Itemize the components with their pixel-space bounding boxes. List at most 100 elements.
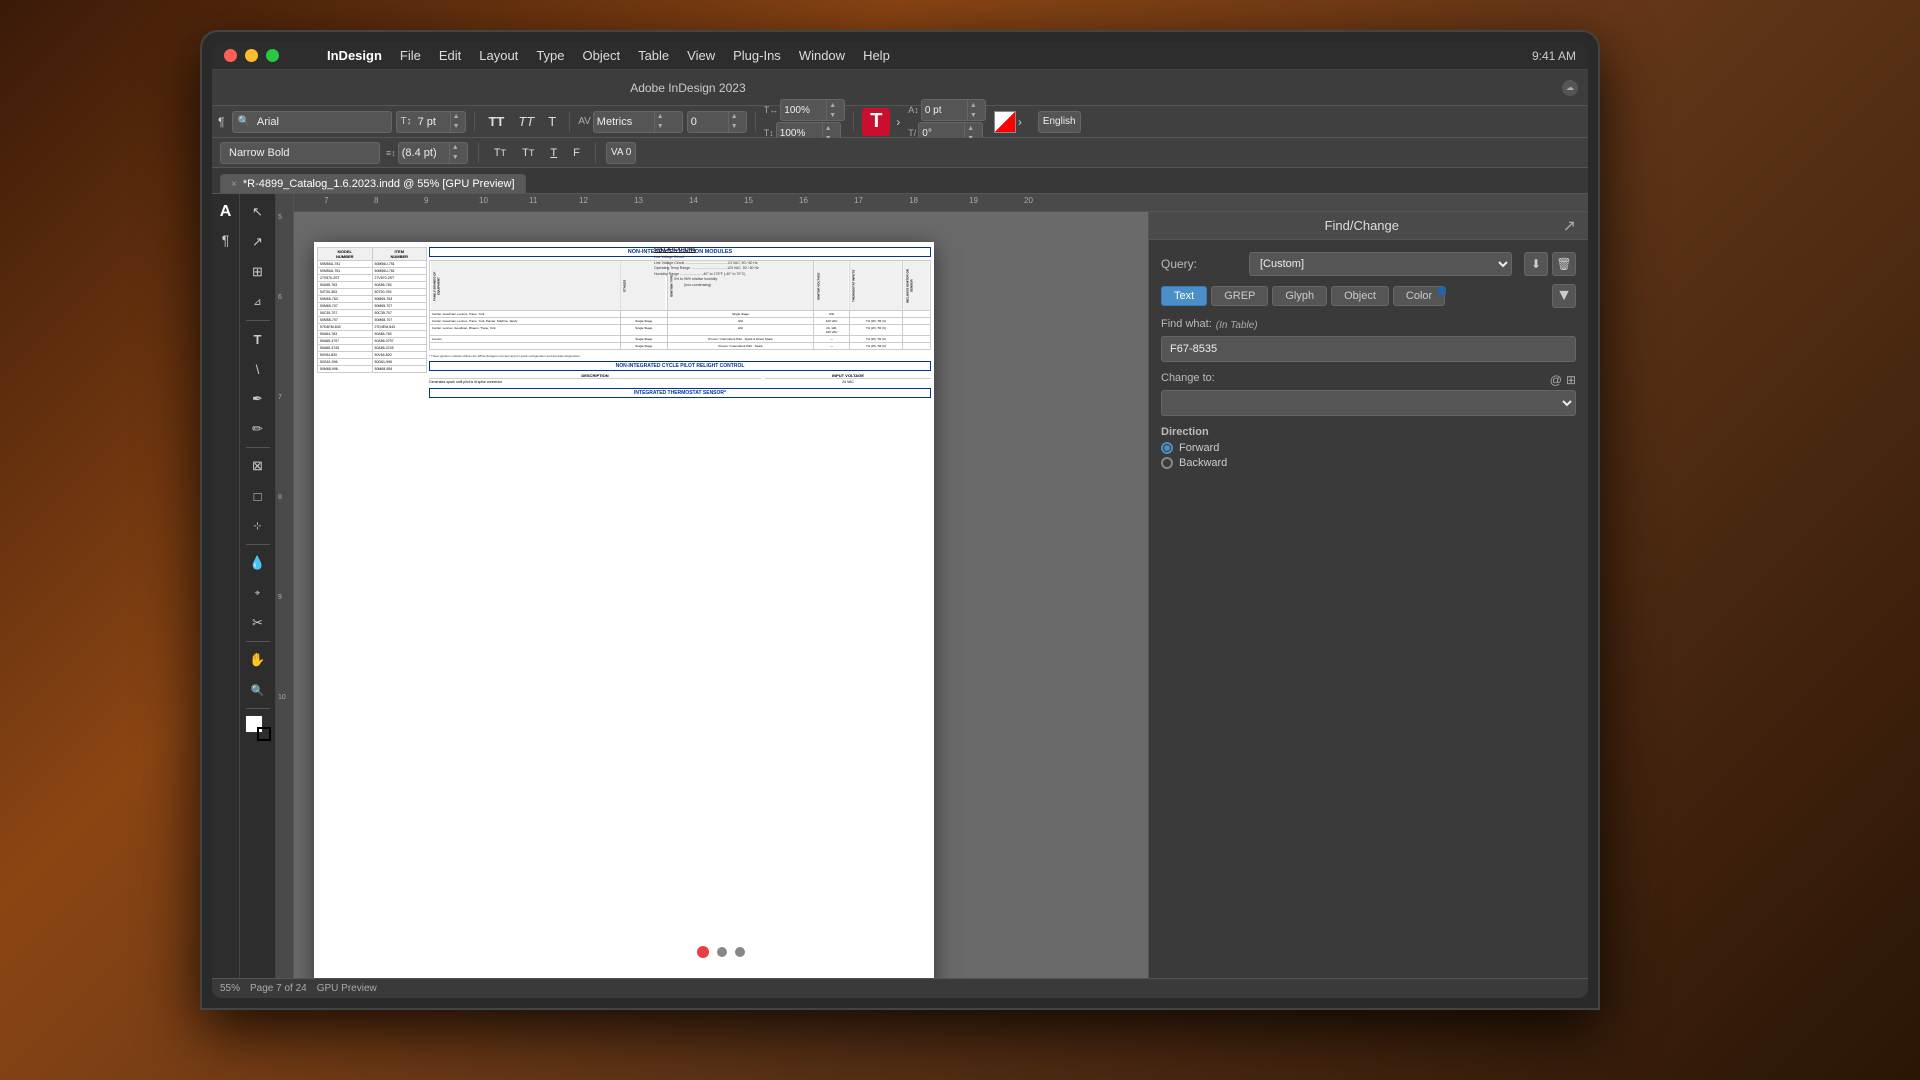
- strikethrough-button[interactable]: F: [568, 142, 585, 164]
- maximize-button[interactable]: [266, 49, 279, 62]
- italic-button[interactable]: TT: [513, 111, 539, 133]
- tab-close-btn[interactable]: ×: [231, 179, 237, 190]
- tab-text[interactable]: Text: [1161, 286, 1207, 306]
- v-ruler-5: 5: [278, 214, 282, 221]
- menu-window[interactable]: Window: [799, 48, 845, 63]
- subscript-button[interactable]: TT: [517, 142, 539, 164]
- direction-backward-radio[interactable]: [1161, 457, 1173, 469]
- menu-plugins[interactable]: Plug-Ins: [733, 48, 781, 63]
- tool-paragraph[interactable]: ¶: [212, 226, 240, 254]
- tool-page[interactable]: ⊞: [244, 258, 272, 286]
- language-selector[interactable]: English: [1038, 111, 1081, 133]
- baseline-input[interactable]: [922, 105, 967, 116]
- find-what-input[interactable]: [1161, 336, 1576, 362]
- tool-pencil[interactable]: ✏: [244, 415, 272, 443]
- scale-h-input[interactable]: [781, 105, 826, 116]
- baseline-down[interactable]: ▼: [968, 110, 979, 120]
- menu-view[interactable]: View: [687, 48, 715, 63]
- skew-up[interactable]: ▲: [965, 123, 976, 133]
- caps-button[interactable]: T: [543, 111, 561, 133]
- menu-edit[interactable]: Edit: [439, 48, 461, 63]
- direction-forward-radio[interactable]: [1161, 442, 1173, 454]
- scale-h-up[interactable]: ▲: [827, 100, 838, 110]
- menu-table[interactable]: Table: [638, 48, 669, 63]
- tool-free-transform[interactable]: ⊹: [244, 512, 272, 540]
- direction-label: Direction: [1161, 426, 1576, 438]
- scale-v-input[interactable]: [777, 128, 822, 139]
- menu-type[interactable]: Type: [536, 48, 564, 63]
- brands-1: Carrier, Goodman, Lennox, Trane, York: [430, 311, 621, 318]
- baseline-up[interactable]: ▲: [968, 100, 979, 110]
- ruler-mark-15: 15: [744, 196, 753, 205]
- tool-selection[interactable]: ↖: [244, 198, 272, 226]
- kerning-down[interactable]: ▼: [655, 122, 666, 132]
- color-expand-icon[interactable]: ›: [1016, 115, 1030, 129]
- skew-input[interactable]: [919, 128, 964, 139]
- tool-gap[interactable]: ⊿: [244, 288, 272, 316]
- scale-h-down[interactable]: ▼: [827, 110, 838, 120]
- save-query-button[interactable]: ⬇: [1524, 252, 1548, 276]
- underline-button[interactable]: T: [545, 142, 562, 164]
- tool-scissors[interactable]: ✂: [244, 609, 272, 637]
- scale-v-up[interactable]: ▲: [823, 123, 834, 133]
- tab-object[interactable]: Object: [1331, 286, 1389, 306]
- fill-color-swatch[interactable]: [994, 111, 1016, 133]
- query-select[interactable]: [Custom]: [1249, 252, 1512, 276]
- at-icon[interactable]: @: [1550, 373, 1562, 387]
- dot-active[interactable]: [697, 946, 709, 958]
- tool-hand[interactable]: ✋: [244, 646, 272, 674]
- tracking-input[interactable]: [688, 116, 728, 128]
- stroke-swatch[interactable]: [257, 727, 271, 741]
- font-family-input[interactable]: [253, 112, 373, 132]
- close-button[interactable]: [224, 49, 237, 62]
- dot-1[interactable]: [717, 947, 727, 957]
- color-tab-badge: [1438, 287, 1446, 295]
- dropbox-icon[interactable]: ☁: [1562, 80, 1578, 96]
- expand-arrow-icon[interactable]: ›: [896, 115, 900, 129]
- tool-type[interactable]: T: [244, 325, 272, 353]
- paragraph-mode-icon[interactable]: ¶: [218, 115, 224, 129]
- menu-help[interactable]: Help: [863, 48, 890, 63]
- va-tracking-input[interactable]: VA 0: [606, 142, 636, 164]
- tab-grep[interactable]: GREP: [1211, 286, 1268, 306]
- leading-down[interactable]: ▼: [450, 153, 461, 163]
- tab-color[interactable]: Color: [1393, 286, 1445, 306]
- leading-up[interactable]: ▲: [450, 143, 461, 153]
- insert-icon[interactable]: ⊞: [1566, 373, 1576, 387]
- change-to-input[interactable]: [1161, 390, 1576, 416]
- tool-rectangle-frame[interactable]: ⊠: [244, 452, 272, 480]
- voltage-3: 24, 120,240 VAC: [814, 325, 850, 336]
- tracking-down[interactable]: ▼: [729, 122, 740, 132]
- tool-direct-selection[interactable]: ↗: [244, 228, 272, 256]
- tool-line[interactable]: \: [244, 355, 272, 383]
- font-size-down[interactable]: ▼: [451, 122, 462, 132]
- tool-zoom[interactable]: 🔍: [244, 676, 272, 704]
- menu-layout[interactable]: Layout: [479, 48, 518, 63]
- delete-query-button[interactable]: 🗑: [1552, 252, 1576, 276]
- tool-measure[interactable]: ⌖: [244, 579, 272, 607]
- app-menu-name[interactable]: InDesign: [327, 48, 382, 63]
- ruler-mark-16: 16: [799, 196, 808, 205]
- dot-2[interactable]: [735, 947, 745, 957]
- tool-character[interactable]: A: [212, 198, 240, 226]
- document-canvas[interactable]: MODELNUMBER ITEMNUMBER 50M56U-75150M56U-…: [294, 212, 1148, 978]
- minimize-button[interactable]: [245, 49, 258, 62]
- font-size-up[interactable]: ▲: [451, 112, 462, 122]
- fc-tab-more-dropdown[interactable]: ▼: [1552, 284, 1576, 308]
- font-style-input[interactable]: [225, 143, 355, 163]
- active-tab[interactable]: × *R-4899_Catalog_1.6.2023.indd @ 55% [G…: [220, 174, 526, 193]
- font-size-input[interactable]: [415, 116, 450, 128]
- menu-file[interactable]: File: [400, 48, 421, 63]
- menu-object[interactable]: Object: [583, 48, 621, 63]
- kerning-up[interactable]: ▲: [655, 112, 666, 122]
- tab-glyph[interactable]: Glyph: [1272, 286, 1327, 306]
- character-style-T[interactable]: T: [862, 108, 890, 136]
- kerning-input[interactable]: [594, 116, 654, 128]
- tracking-up[interactable]: ▲: [729, 112, 740, 122]
- superscript-button[interactable]: TT: [489, 142, 511, 164]
- tool-pen[interactable]: ✒: [244, 385, 272, 413]
- bold-button[interactable]: TT: [483, 111, 509, 133]
- leading-input[interactable]: [399, 147, 449, 159]
- tool-eyedropper[interactable]: 💧: [244, 549, 272, 577]
- tool-rectangle[interactable]: □: [244, 482, 272, 510]
